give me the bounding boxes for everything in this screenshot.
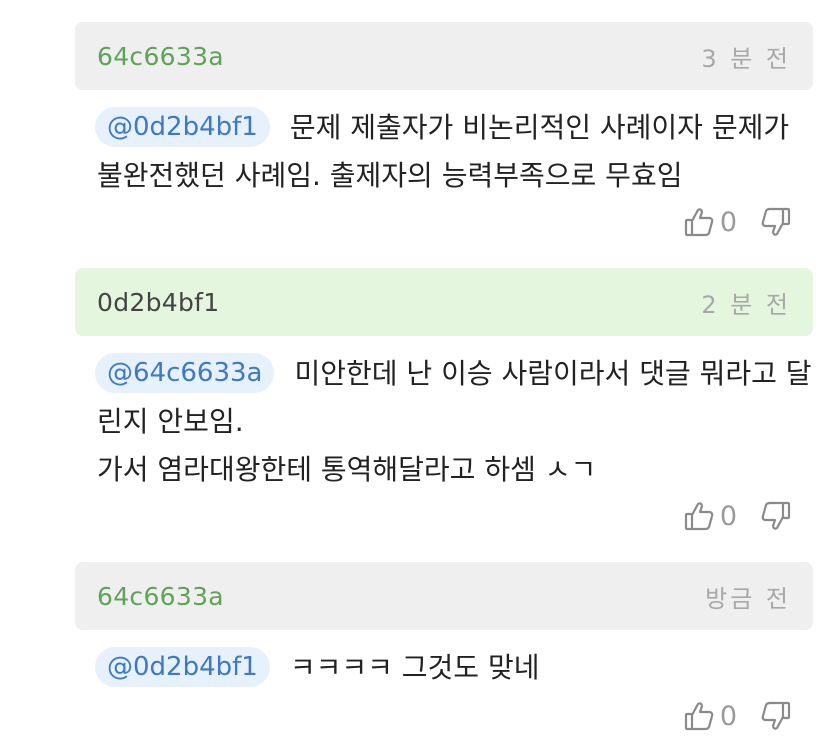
comment-header: 64c6633a 3 분 전 xyxy=(75,22,813,90)
mention-tag[interactable]: @0d2b4bf1 xyxy=(95,647,270,687)
like-count: 0 xyxy=(719,700,737,732)
comment-body: @0d2b4bf1 문제 제출자가 비논리적인 사례이자 문제가 불완전했던 사례… xyxy=(75,90,813,200)
thumbs-up-icon xyxy=(684,700,714,732)
comment-body: @64c6633a 미안한데 난 이승 사람이라서 댓글 뭐라고 달린지 안보임.… xyxy=(75,336,813,494)
vote-bar: 0 xyxy=(684,206,791,238)
comment-thread: 64c6633a 3 분 전 @0d2b4bf1 문제 제출자가 비논리적인 사례… xyxy=(0,0,835,750)
comment-header: 0d2b4bf1 2 분 전 xyxy=(75,268,813,336)
comment-text: ㅋㅋㅋㅋ 그것도 맞네 xyxy=(289,651,540,684)
comment-time: 방금 전 xyxy=(705,584,791,613)
thumbs-down-icon xyxy=(761,700,791,732)
comment-time: 2 분 전 xyxy=(701,290,791,319)
comment-author[interactable]: 64c6633a xyxy=(97,42,224,71)
comment-body: @0d2b4bf1 ㅋㅋㅋㅋ 그것도 맞네 xyxy=(75,630,813,692)
comment-item: 0d2b4bf1 2 분 전 @64c6633a 미안한데 난 이승 사람이라서 … xyxy=(75,268,813,548)
mention-tag[interactable]: @64c6633a xyxy=(95,353,275,393)
like-button[interactable]: 0 xyxy=(684,206,761,238)
comment-author[interactable]: 0d2b4bf1 xyxy=(97,288,219,317)
thumbs-up-icon xyxy=(684,206,714,238)
thumbs-down-icon xyxy=(761,500,791,532)
dislike-button[interactable] xyxy=(761,700,791,732)
vote-bar: 0 xyxy=(684,700,791,732)
comment-time: 3 분 전 xyxy=(701,44,791,73)
comment-item: 64c6633a 3 분 전 @0d2b4bf1 문제 제출자가 비논리적인 사례… xyxy=(75,22,813,252)
dislike-button[interactable] xyxy=(761,500,791,532)
thumbs-up-icon xyxy=(684,500,714,532)
vote-bar: 0 xyxy=(684,500,791,532)
like-count: 0 xyxy=(719,206,737,238)
dislike-button[interactable] xyxy=(761,206,791,238)
comment-header: 64c6633a 방금 전 xyxy=(75,562,813,630)
thumbs-down-icon xyxy=(761,206,791,238)
like-count: 0 xyxy=(719,500,737,532)
mention-tag[interactable]: @0d2b4bf1 xyxy=(95,107,270,147)
like-button[interactable]: 0 xyxy=(684,700,761,732)
comment-author[interactable]: 64c6633a xyxy=(97,582,224,611)
like-button[interactable]: 0 xyxy=(684,500,761,532)
comment-item: 64c6633a 방금 전 @0d2b4bf1 ㅋㅋㅋㅋ 그것도 맞네 0 xyxy=(75,562,813,750)
